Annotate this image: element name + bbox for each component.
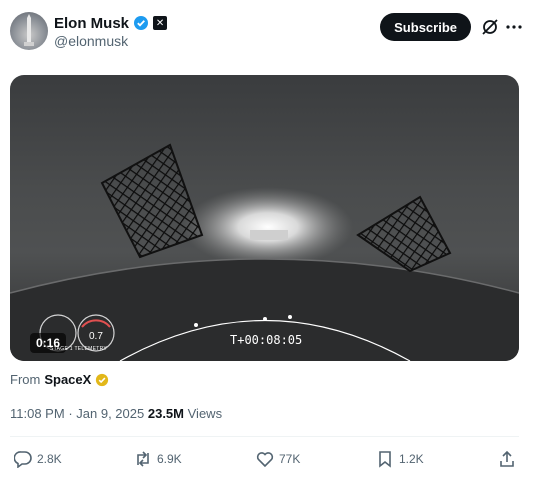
telemetry-label: STAGE 1 TELEMETRY xyxy=(50,346,108,352)
source-link[interactable]: SpaceX xyxy=(44,372,91,387)
source-attribution: From SpaceX xyxy=(10,372,109,387)
views-label: Views xyxy=(187,406,223,421)
bookmark-icon xyxy=(379,451,391,468)
more-icon[interactable] xyxy=(505,18,523,36)
x-affiliate-icon: ✕ xyxy=(153,16,168,30)
divider xyxy=(10,436,519,437)
views-count: 23.5M xyxy=(147,406,184,421)
post-date[interactable]: Jan 9, 2025 xyxy=(76,406,144,421)
gold-verified-icon xyxy=(96,373,109,386)
bookmark-button[interactable]: 1.2K xyxy=(376,450,424,468)
grok-icon[interactable] xyxy=(481,18,499,36)
post-time[interactable]: 11:08 PM xyxy=(10,406,65,421)
altitude-value: 0.7 xyxy=(89,331,103,342)
repost-icon xyxy=(137,451,149,467)
subscribe-button[interactable]: Subscribe xyxy=(380,13,471,41)
avatar[interactable] xyxy=(10,12,48,50)
share-button[interactable] xyxy=(498,450,516,468)
author-name[interactable]: Elon Musk xyxy=(54,15,129,32)
author-name-row: Elon Musk ✕ xyxy=(54,14,168,32)
like-count: 77K xyxy=(279,452,301,466)
video-frame xyxy=(10,143,519,361)
verified-badge-icon xyxy=(134,16,149,30)
mission-clock: T+00:08:05 xyxy=(230,333,303,347)
post-header: Elon Musk ✕ @elonmusk Subscribe xyxy=(10,12,523,52)
post-meta: 11:08 PM · Jan 9, 2025 23.5M Views xyxy=(10,406,222,421)
video-player[interactable]: 0.7 0:16 STAGE 1 TELEMETRY T+00:08:05 xyxy=(10,75,519,361)
reply-button[interactable]: 2.8K xyxy=(14,450,62,468)
meta-separator: · xyxy=(68,406,73,421)
share-icon xyxy=(500,450,514,467)
reply-icon xyxy=(14,451,32,468)
repost-button[interactable]: 6.9K xyxy=(134,450,182,468)
source-prefix: From xyxy=(10,372,41,387)
repost-count: 6.9K xyxy=(157,452,182,466)
like-icon xyxy=(256,452,274,468)
author-handle[interactable]: @elonmusk xyxy=(54,33,128,49)
reply-count: 2.8K xyxy=(37,452,62,466)
bookmark-count: 1.2K xyxy=(399,452,424,466)
like-button[interactable]: 77K xyxy=(256,450,300,468)
action-bar: 2.8K 6.9K 77K 1.2K xyxy=(14,450,519,470)
